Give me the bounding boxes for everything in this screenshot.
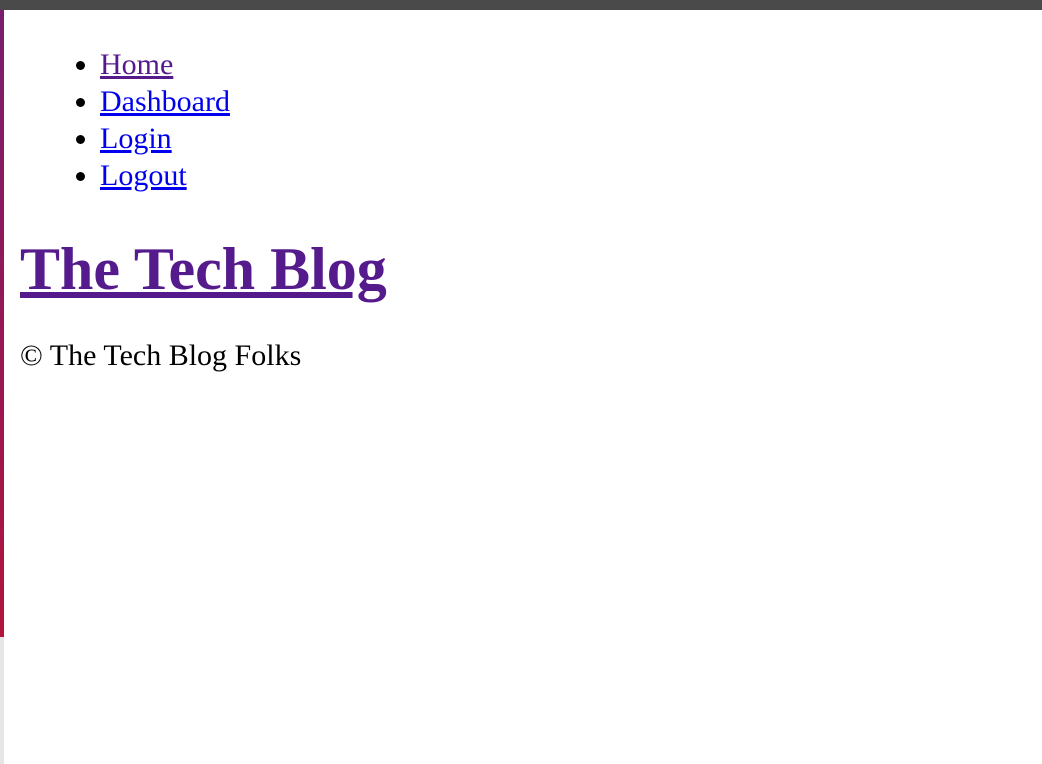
nav-item-home: Home xyxy=(100,46,1042,83)
nav-list: Home Dashboard Login Logout xyxy=(20,46,1042,194)
nav-link-logout[interactable]: Logout xyxy=(100,159,187,192)
nav-item-login: Login xyxy=(100,120,1042,157)
window-left-edge xyxy=(0,10,4,637)
site-title-link[interactable]: The Tech Blog xyxy=(20,236,387,302)
footer-copyright: © The Tech Blog Folks xyxy=(20,339,302,372)
nav-item-dashboard: Dashboard xyxy=(100,83,1042,120)
nav-item-logout: Logout xyxy=(100,157,1042,194)
browser-top-bar xyxy=(0,0,1042,10)
nav-link-login[interactable]: Login xyxy=(100,122,172,155)
page-title: The Tech Blog xyxy=(20,229,1042,309)
nav-link-home[interactable]: Home xyxy=(100,48,173,81)
main-nav: Home Dashboard Login Logout xyxy=(20,46,1042,194)
nav-link-dashboard[interactable]: Dashboard xyxy=(100,85,230,118)
window-left-edge-bottom xyxy=(0,637,4,764)
page-content: Home Dashboard Login Logout The Tech Blo… xyxy=(20,10,1042,376)
